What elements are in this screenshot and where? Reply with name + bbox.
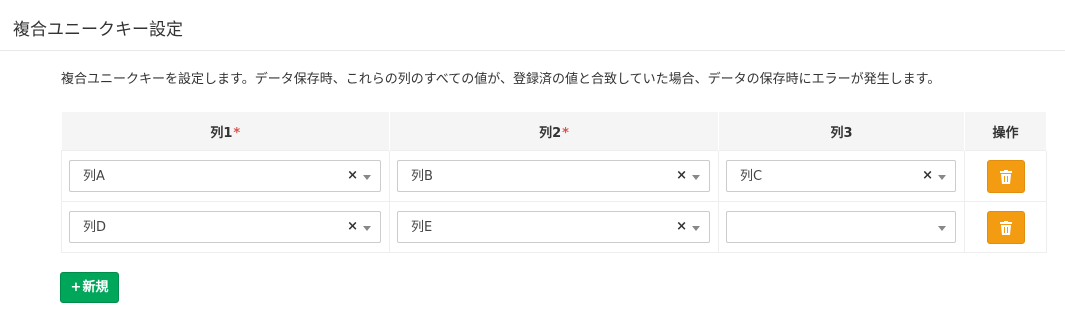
col3-select[interactable]: 列C × [726,160,956,192]
trash-icon [999,220,1012,235]
col1-select[interactable]: 列A × [69,160,381,192]
table-cell: 列D × [61,201,390,253]
column-label: 列1 [210,125,233,141]
table-header-row: 列1* 列2* 列3 操作 [61,112,1047,151]
chevron-down-icon[interactable] [938,226,946,231]
clear-icon[interactable]: × [676,219,687,235]
table-cell [964,150,1047,202]
page-header: 複合ユニークキー設定 [0,0,1065,51]
col2-select[interactable]: 列B × [397,160,710,192]
select-value: 列B [411,169,433,184]
chevron-down-icon[interactable] [692,226,700,231]
chevron-down-icon[interactable] [363,226,371,231]
column-header-col3: 列3 [718,112,965,151]
column-label: 列2 [539,125,562,141]
unique-key-table: 列1* 列2* 列3 操作 列A × 列B × 列C × 列D × 列E × [61,112,1047,253]
chevron-down-icon[interactable] [363,175,371,180]
table-cell: 列B × [389,150,719,202]
trash-icon [999,169,1012,184]
required-mark: * [233,125,241,141]
clear-icon[interactable]: × [347,168,358,184]
plus-icon: + [70,280,82,295]
column-header-actions: 操作 [964,112,1047,151]
new-button-label: 新規 [82,280,109,295]
select-value: 列E [411,220,433,235]
table-row: 列A × 列B × 列C × [61,150,1047,202]
table-row: 列D × 列E × [61,201,1047,253]
col3-select[interactable] [726,211,956,243]
table-cell: 列E × [389,201,719,253]
clear-icon[interactable]: × [676,168,687,184]
clear-icon[interactable]: × [922,168,933,184]
column-header-col2: 列2* [389,112,719,151]
new-button[interactable]: +新規 [60,272,119,303]
col1-select[interactable]: 列D × [69,211,381,243]
required-mark: * [562,125,569,141]
clear-icon[interactable]: × [347,219,358,235]
col2-select[interactable]: 列E × [397,211,710,243]
description-text: 複合ユニークキーを設定します。データ保存時、これらの列のすべての値が、登録済の値… [61,72,941,87]
column-header-col1: 列1* [61,112,390,151]
table-cell: 列C × [718,150,965,202]
table-cell [718,201,965,253]
page-title: 複合ユニークキー設定 [13,20,183,40]
table-cell: 列A × [61,150,390,202]
select-value: 列D [83,220,107,235]
delete-button[interactable] [986,159,1025,193]
delete-button[interactable] [986,210,1025,244]
select-value: 列C [740,169,763,184]
table-cell [964,201,1047,253]
chevron-down-icon[interactable] [938,175,946,180]
chevron-down-icon[interactable] [692,175,700,180]
select-value: 列A [83,169,105,184]
column-label: 操作 [992,125,1019,141]
column-label: 列3 [830,125,853,141]
